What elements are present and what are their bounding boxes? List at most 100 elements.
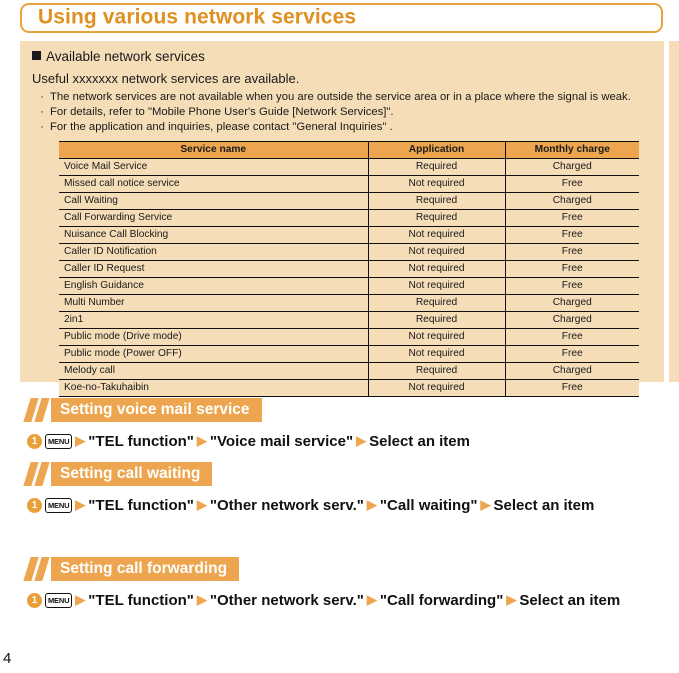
procedure-heading-bar: Setting voice mail service: [51, 398, 262, 422]
cell-application: Not required: [368, 226, 506, 244]
info-panel-right-edge: [669, 41, 679, 382]
table-row: English Guidance Not required Free: [59, 277, 639, 295]
cell-application: Not required: [368, 379, 506, 397]
step-part: "TEL function": [88, 433, 194, 450]
procedure-heading-label: Setting voice mail service: [60, 401, 250, 418]
menu-key-icon[interactable]: MENU: [45, 434, 73, 449]
cell-service-name: Koe-no-Takuhaibin: [59, 379, 369, 397]
cell-application: Not required: [368, 175, 506, 193]
step-part: "Voice mail service": [209, 433, 354, 450]
arrow-icon: ▶: [480, 497, 491, 512]
table-row: Voice Mail Service Required Charged: [59, 158, 639, 176]
arrow-icon: ▶: [75, 592, 86, 607]
list-item-text: For the application and inquiries, pleas…: [50, 121, 393, 133]
cell-monthly-charge: Free: [505, 345, 639, 363]
table-body: Voice Mail Service Required Charged Missed …: [59, 158, 639, 397]
bullet-dot-icon: ·: [40, 121, 44, 133]
section-heading: Available network services: [32, 49, 205, 64]
arrow-icon: ▶: [75, 433, 86, 448]
cell-application: Not required: [368, 260, 506, 278]
cell-monthly-charge: Free: [505, 209, 639, 227]
table-row: Multi Number Required Charged: [59, 294, 639, 312]
arrow-icon: ▶: [366, 592, 377, 607]
step-part: Select an item: [493, 497, 595, 514]
cell-service-name: Public mode (Power OFF): [59, 345, 369, 363]
step-part: "Call waiting": [379, 497, 478, 514]
cell-monthly-charge: Charged: [505, 362, 639, 380]
cell-application: Required: [368, 294, 506, 312]
step-part: "TEL function": [88, 592, 194, 609]
bullet-dot-icon: ·: [40, 91, 44, 103]
list-item: · The network services are not available…: [34, 90, 664, 105]
info-panel: Available network services Useful xxxxxx…: [20, 41, 664, 397]
cell-application: Required: [368, 158, 506, 176]
table-row: Melody call Required Charged: [59, 362, 639, 380]
procedure-voice-mail: Setting voice mail service 1 MENU ▶ "TEL fu…: [0, 398, 679, 454]
bullet-list: · The network services are not available…: [34, 90, 664, 135]
section-heading-label: Available network services: [46, 49, 205, 64]
step-number-badge: 1: [27, 434, 42, 449]
table-row: Caller ID Notification Not required Free: [59, 243, 639, 261]
cell-monthly-charge: Charged: [505, 158, 639, 176]
cell-service-name: Caller ID Request: [59, 260, 369, 278]
cell-monthly-charge: Free: [505, 277, 639, 295]
procedure-step: 1 MENU ▶ "TEL function" ▶ "Other network serv…: [27, 587, 679, 613]
procedure-call-forwarding: Setting call forwarding 1 MENU ▶ "TEL funct…: [0, 557, 679, 613]
cell-application: Required: [368, 362, 506, 380]
cell-service-name: Public mode (Drive mode): [59, 328, 369, 346]
cell-application: Required: [368, 311, 506, 329]
step-part: "Other network serv.": [209, 497, 364, 514]
cell-service-name: Melody call: [59, 362, 369, 380]
list-item: · For details, refer to "Mobile Phone Us…: [34, 105, 664, 120]
cell-monthly-charge: Charged: [505, 294, 639, 312]
arrow-icon: ▶: [196, 592, 207, 607]
procedure-heading: Setting voice mail service: [23, 398, 679, 422]
cell-monthly-charge: Free: [505, 226, 639, 244]
table-header-row: Service name Application Monthly charge: [59, 141, 639, 159]
table-row: Public mode (Drive mode) Not required Free: [59, 328, 639, 346]
table-row: Missed call notice service Not required Fr…: [59, 175, 639, 193]
procedure-heading: Setting call waiting: [23, 462, 679, 486]
cell-service-name: Missed call notice service: [59, 175, 369, 193]
column-header-application: Application: [368, 141, 506, 159]
cell-monthly-charge: Free: [505, 260, 639, 278]
intro-text: Useful xxxxxxx network services are avai…: [32, 71, 300, 86]
arrow-icon: ▶: [75, 497, 86, 512]
cell-service-name: Nuisance Call Blocking: [59, 226, 369, 244]
arrow-icon: ▶: [356, 433, 367, 448]
procedure-heading-bar: Setting call waiting: [51, 462, 213, 486]
cell-monthly-charge: Free: [505, 379, 639, 397]
cell-service-name: Call Waiting: [59, 192, 369, 210]
step-part: Select an item: [369, 433, 470, 450]
procedure-heading-bar: Setting call forwarding: [51, 557, 240, 581]
procedure-heading-label: Setting call forwarding: [60, 560, 228, 577]
cell-application: Required: [368, 209, 506, 227]
square-bullet-icon: [32, 51, 41, 60]
table-row: Call Forwarding Service Required Free: [59, 209, 639, 227]
step-part: "Other network serv.": [209, 592, 364, 609]
arrow-icon: ▶: [196, 433, 207, 448]
cell-application: Not required: [368, 345, 506, 363]
cell-service-name: English Guidance: [59, 277, 369, 295]
list-item-text: For details, refer to "Mobile Phone User…: [50, 106, 394, 118]
table-row: Call Waiting Required Charged: [59, 192, 639, 210]
table-row: Koe-no-Takuhaibin Not required Free: [59, 379, 639, 397]
cell-application: Not required: [368, 328, 506, 346]
procedure-heading: Setting call forwarding: [23, 557, 679, 581]
column-header-service-name: Service name: [59, 141, 369, 159]
arrow-icon: ▶: [366, 497, 377, 512]
cell-service-name: 2in1: [59, 311, 369, 329]
table-row: Nuisance Call Blocking Not required Free: [59, 226, 639, 244]
cell-application: Required: [368, 192, 506, 210]
cell-application: Not required: [368, 277, 506, 295]
table-row: Public mode (Power OFF) Not required Free: [59, 345, 639, 363]
cell-service-name: Caller ID Notification: [59, 243, 369, 261]
procedure-step: 1 MENU ▶ "TEL function" ▶ "Voice mail service…: [27, 428, 679, 454]
menu-key-icon[interactable]: MENU: [45, 498, 73, 513]
arrow-icon: ▶: [196, 497, 207, 512]
page-title-box: Using various network services: [20, 3, 663, 33]
bullet-dot-icon: ·: [40, 106, 44, 118]
menu-key-icon[interactable]: MENU: [45, 593, 73, 608]
cell-monthly-charge: Free: [505, 328, 639, 346]
cell-service-name: Voice Mail Service: [59, 158, 369, 176]
